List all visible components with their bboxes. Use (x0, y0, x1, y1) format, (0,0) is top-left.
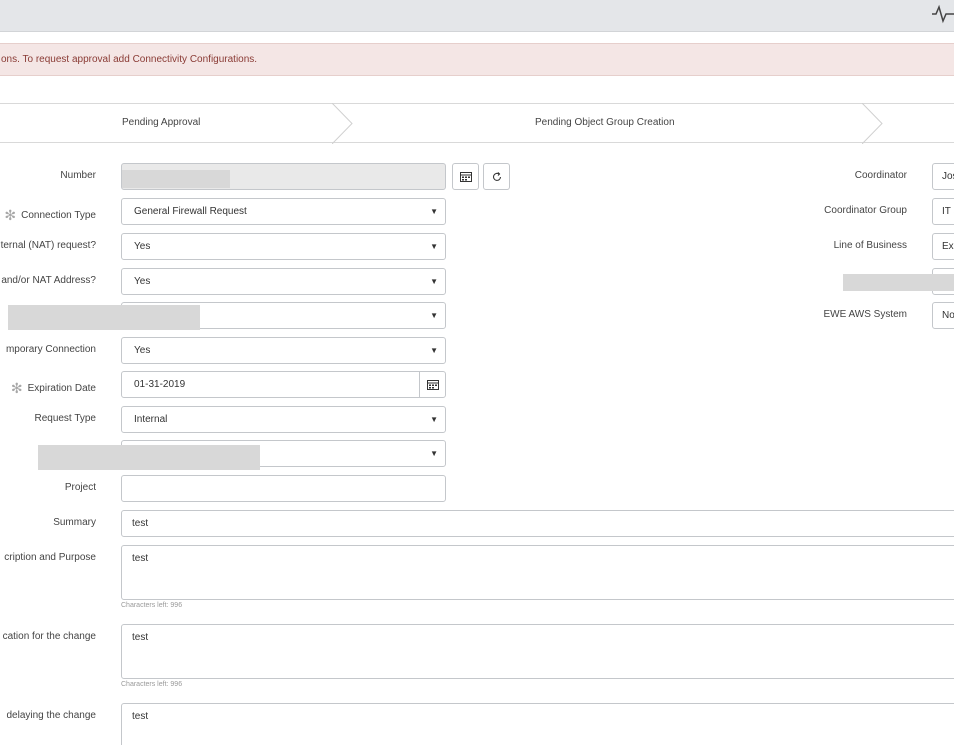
line-of-business-label: Line of Business (833, 240, 907, 251)
calendar-icon (426, 379, 439, 390)
stage-chevron-icon (862, 103, 883, 144)
description-textarea[interactable]: test (121, 545, 954, 600)
redacted-field (8, 305, 200, 330)
line-of-business-input[interactable]: Ex (932, 233, 954, 260)
stage-pending-object-group-creation: Pending Object Group Creation (535, 117, 675, 128)
expiration-date-input[interactable]: 01-31-2019 (121, 371, 421, 398)
chevron-down-icon: ▼ (430, 311, 438, 320)
project-input[interactable] (121, 475, 446, 502)
request-type-label: Request Type (34, 413, 96, 424)
required-asterisk-icon: ✻ (10, 380, 23, 396)
redacted-number (122, 170, 230, 188)
justification-label: cation for the change (2, 631, 96, 642)
expiration-date-label: ✻ Expiration Date (10, 380, 96, 396)
refresh-icon (492, 171, 501, 181)
justification-textarea[interactable]: test (121, 624, 954, 679)
request-type-select[interactable]: Internal ▼ (121, 406, 446, 433)
number-label: Number (60, 170, 96, 181)
coordinator-label: Coordinator (854, 170, 907, 181)
temporary-connection-label: mporary Connection (5, 344, 96, 355)
chevron-down-icon: ▼ (430, 346, 438, 355)
chevron-down-icon: ▼ (430, 242, 438, 251)
redacted-field-2 (38, 445, 260, 470)
chevron-down-icon: ▼ (430, 449, 438, 458)
activity-pulse-icon[interactable] (932, 4, 954, 24)
reference-lookup-icon (459, 171, 472, 182)
chevron-down-icon: ▼ (430, 415, 438, 424)
stage-chevron-icon (332, 103, 353, 144)
project-label: Project (64, 482, 96, 493)
required-asterisk-icon: ✻ (4, 207, 17, 223)
nat-address-select[interactable]: Yes ▼ (121, 268, 446, 295)
coordinator-input[interactable]: Jos (932, 163, 954, 190)
connection-type-select[interactable]: General Firewall Request ▼ (121, 198, 446, 225)
ewe-aws-system-label: EWE AWS System (823, 309, 907, 320)
nat-address-label: and/or NAT Address? (1, 275, 96, 286)
ewe-aws-system-select[interactable]: No (932, 302, 954, 329)
delay-label: delaying the change (6, 710, 96, 721)
chevron-down-icon: ▼ (430, 277, 438, 286)
redacted-right-field (843, 274, 954, 291)
chevron-down-icon: ▼ (430, 207, 438, 216)
connection-type-label: ✻ Connection Type (4, 207, 96, 223)
calendar-button[interactable] (419, 371, 446, 398)
summary-label: Summary (53, 517, 96, 528)
info-alert-banner: ons. To request approval add Connectivit… (0, 43, 954, 76)
delay-textarea[interactable]: test (121, 703, 954, 745)
summary-input[interactable]: test (121, 510, 954, 537)
nat-request-label: ternal (NAT) request? (0, 240, 96, 251)
top-header-bar (0, 0, 954, 32)
nat-request-select[interactable]: Yes ▼ (121, 233, 446, 260)
coordinator-group-input[interactable]: IT S (932, 198, 954, 225)
coordinator-group-label: Coordinator Group (824, 205, 907, 216)
description-char-counter: Characters left: 996 (121, 602, 183, 609)
process-flow-stages: Pending Approval Pending Object Group Cr… (0, 103, 954, 144)
temporary-connection-select[interactable]: Yes ▼ (121, 337, 446, 364)
justification-char-counter: Characters left: 996 (121, 681, 183, 688)
lookup-button[interactable] (452, 163, 479, 190)
stage-pending-approval: Pending Approval (122, 117, 201, 128)
description-label: cription and Purpose (4, 552, 96, 563)
refresh-button[interactable] (483, 163, 510, 190)
